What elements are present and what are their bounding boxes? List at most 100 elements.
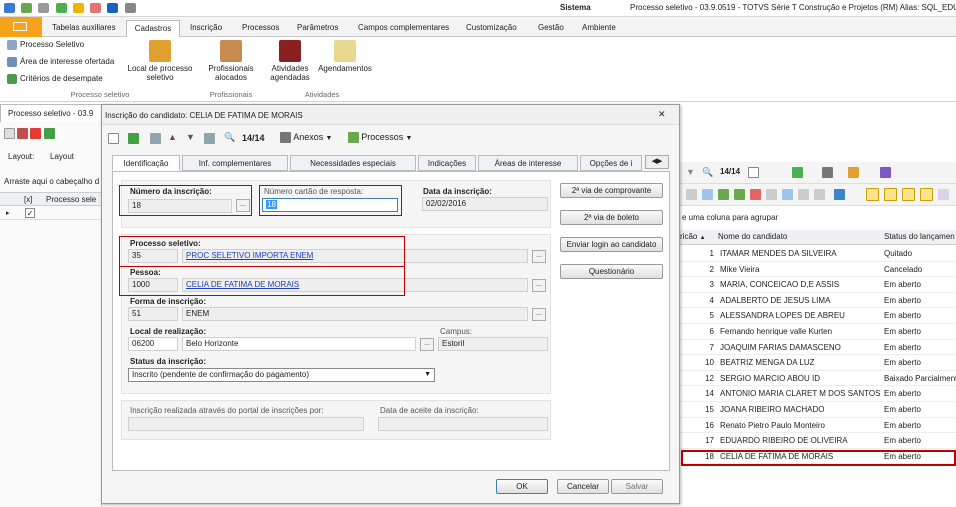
questionario-button[interactable]: Questionário (560, 264, 663, 279)
grid-icon-7[interactable] (782, 189, 793, 200)
table-row[interactable]: 16 Renato Pietro Paulo Monteiro Em aberto (680, 418, 956, 434)
col-select[interactable]: [x] (24, 195, 32, 204)
process-icon[interactable] (880, 167, 891, 178)
refresh-icon[interactable] (128, 133, 139, 144)
tab-areas-interesse[interactable]: Áreas de interesse (478, 155, 578, 171)
row-checkbox[interactable]: ✓ (25, 208, 35, 218)
table-row[interactable]: 4 ADALBERTO DE JESUS LIMA Em aberto (680, 293, 956, 309)
tab-opcoes[interactable]: Opções de i (580, 155, 642, 171)
window-icon[interactable] (38, 3, 50, 13)
local-code-input[interactable]: 06200 (128, 337, 178, 351)
grid-icon-1[interactable] (686, 189, 697, 200)
table-row[interactable]: 12 SERGIO MARCIO ABOU ID Baixado Parcialme… (680, 371, 956, 387)
col-processo[interactable]: Processo sele (46, 195, 96, 204)
play-icon[interactable] (55, 3, 67, 13)
document-tab[interactable]: Processo seletivo - 03.9 (0, 104, 102, 122)
tab-indicacoes[interactable]: Indicações (418, 155, 476, 171)
refresh-icon[interactable] (21, 3, 33, 13)
grid-icon-2[interactable] (702, 189, 713, 200)
tab-ambiente[interactable]: Ambiente (578, 20, 620, 37)
folder-icon[interactable] (72, 3, 84, 13)
help-icon[interactable] (90, 3, 102, 13)
atividades-button[interactable]: Atividades agendadas (265, 40, 315, 82)
tab-scroll-arrows[interactable]: ◀▶ (645, 155, 669, 169)
chart-icon[interactable] (834, 189, 845, 200)
tab-customizacao[interactable]: Customização (462, 20, 521, 37)
table-row[interactable]: 10 BEATRIZ MENGA DA LUZ Em aberto (680, 355, 956, 371)
grid-view-icon[interactable] (748, 167, 759, 178)
grid-icon-6[interactable] (766, 189, 777, 200)
table-row[interactable]: 3 MARIA, CONCEICAO D,E ASSIS Em aberto (680, 277, 956, 293)
grid-icon-8[interactable] (798, 189, 809, 200)
tab-necessidades[interactable]: Necessidades especiais (290, 155, 416, 171)
tab-campos-complementares[interactable]: Campos complementares (354, 20, 453, 37)
anexos-button[interactable]: Anexos ▼ (280, 132, 332, 144)
col-status[interactable]: Status do lançamen (884, 230, 955, 244)
tab-processos[interactable]: Processos (238, 20, 283, 37)
criterios-desempate-button[interactable]: Critérios de desempate (7, 74, 103, 84)
edit-icon[interactable] (17, 128, 29, 139)
enviar-login-button[interactable]: Enviar login ao candidato (560, 237, 663, 252)
segunda-via-boleto-button[interactable]: 2ª via de boleto (560, 210, 663, 225)
processos-button[interactable]: Processos ▼ (348, 132, 412, 144)
prev-icon[interactable]: ▲ (168, 132, 177, 142)
table-row[interactable]: 17 EDUARDO RIBEIRO DE OLIVEIRA Em aberto (680, 433, 956, 449)
app-icon[interactable] (4, 3, 15, 13)
close-icon[interactable]: ✕ (658, 109, 666, 120)
table-row[interactable]: 2 Mike Vieira Cancelado (680, 262, 956, 278)
globe-icon[interactable] (107, 3, 119, 13)
layout-icon-5[interactable] (938, 189, 949, 200)
forma-lookup[interactable]: ... (532, 308, 546, 321)
processo-seletivo-button[interactable]: Processo Seletivo (7, 40, 84, 50)
grid-icon-9[interactable] (814, 189, 825, 200)
filter-icon[interactable]: ▼ (686, 167, 695, 177)
new-icon[interactable] (108, 133, 119, 144)
settings-icon[interactable] (124, 3, 136, 13)
search-icon[interactable]: 🔍 (224, 132, 235, 143)
area-interesse-button[interactable]: Área de interesse ofertada (7, 57, 114, 67)
new-icon[interactable] (4, 128, 15, 139)
tab-gestao[interactable]: Gestão (534, 20, 568, 37)
layout-icon-2[interactable] (884, 188, 897, 201)
profissionais-button[interactable]: Profissionais alocados (204, 40, 258, 82)
delete-icon[interactable] (30, 128, 42, 139)
col-inscricao[interactable]: ricão ▲ (680, 230, 706, 245)
table-row[interactable]: 14 ANTONIO MARIA CLARET M DOS SANTOS Em ab… (680, 386, 956, 402)
tab-cadastros[interactable]: Cadastros (126, 20, 180, 37)
binoculars-icon[interactable]: 🔍 (702, 167, 713, 178)
cancel-button[interactable]: Cancelar (557, 479, 609, 494)
pessoa-lookup[interactable]: ... (532, 279, 546, 292)
grid-icon-4[interactable] (734, 189, 745, 200)
table-row[interactable]: 6 Fernando henrique valle Kurten Em aberto (680, 324, 956, 340)
first-record-icon[interactable] (150, 133, 161, 144)
table-row[interactable]: 1 ITAMAR MENDES DA SILVEIRA Quitado (680, 246, 956, 262)
layout-icon-1[interactable] (866, 188, 879, 201)
table-row[interactable]: 5 ALESSANDRA LOPES DE ABREU Em aberto (680, 308, 956, 324)
col-nome[interactable]: Nome do candidato (718, 230, 787, 244)
local-processo-button[interactable]: Local de processo seletivo (126, 40, 194, 82)
last-record-icon[interactable] (204, 133, 215, 144)
segunda-via-comprovante-button[interactable]: 2ª via de comprovante (560, 183, 663, 198)
sistema-label[interactable]: Sistema (560, 3, 591, 12)
next-icon[interactable]: ▼ (186, 132, 195, 142)
file-menu-button[interactable] (0, 17, 42, 37)
print-icon[interactable] (822, 167, 833, 178)
tab-tabelas-auxiliares[interactable]: Tabelas auxiliares (48, 20, 120, 37)
ok-button[interactable]: OK (496, 479, 548, 494)
local-lookup[interactable]: ... (420, 338, 434, 351)
processo-lookup[interactable]: ... (532, 250, 546, 263)
tab-inf-complementares[interactable]: Inf. complementares (182, 155, 288, 171)
layout-dropdown[interactable]: Layout (50, 152, 74, 161)
table-row[interactable]: 7 JOAQUIM FARIAS DAMASCENO Em aberto (680, 340, 956, 356)
tab-inscricao[interactable]: Inscrição (186, 20, 226, 37)
attach-icon[interactable] (848, 167, 859, 178)
layout-icon-3[interactable] (902, 188, 915, 201)
agendamentos-button[interactable]: Agendamentos (316, 40, 374, 73)
table-row[interactable]: 15 JOANA RIBEIRO MACHADO Em aberto (680, 402, 956, 418)
status-select[interactable]: Inscrito (pendente de confirmação do pag… (128, 368, 435, 382)
tab-identificacao[interactable]: Identificação (112, 155, 180, 171)
grid-icon-3[interactable] (718, 189, 729, 200)
layout-icon-4[interactable] (920, 188, 933, 201)
refresh-icon[interactable] (43, 128, 55, 139)
save-button[interactable]: Salvar (611, 479, 663, 494)
